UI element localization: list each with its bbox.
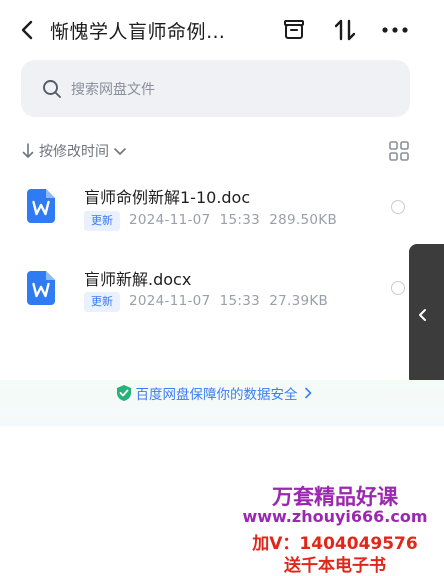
archive-button[interactable] xyxy=(281,17,307,43)
file-time: 15:33 xyxy=(219,212,261,228)
file-row[interactable]: 盲师新解.docx 更新 2024-11-07 15:33 27.39KB xyxy=(0,254,410,324)
more-dots-icon xyxy=(382,27,408,33)
sort-selector[interactable]: 按修改时间 xyxy=(21,140,129,162)
grid-icon xyxy=(389,141,409,161)
file-meta: 2024-11-07 15:33 289.50KB xyxy=(129,212,337,228)
watermark-line: www.zhouyi666.com xyxy=(242,507,428,526)
page-title: 惭愧学人盲师命例… xyxy=(50,21,226,43)
file-size: 27.39KB xyxy=(269,293,329,309)
file-meta: 2024-11-07 15:33 27.39KB xyxy=(129,293,328,309)
watermark-line: 送千本电子书 xyxy=(284,556,386,576)
sort-toggle-button[interactable] xyxy=(331,16,359,44)
file-size: 289.50KB xyxy=(269,212,338,228)
file-date: 2024-11-07 xyxy=(129,212,211,228)
select-radio[interactable] xyxy=(391,281,405,295)
search-input[interactable] xyxy=(69,60,393,119)
arrow-down-icon xyxy=(22,143,34,158)
archive-box-icon xyxy=(284,20,304,39)
shield-icon xyxy=(116,385,131,401)
grid-view-button[interactable] xyxy=(388,140,410,162)
sort-arrows-icon xyxy=(334,19,356,41)
search-icon xyxy=(43,80,61,98)
file-row[interactable]: 盲师命例新解1-10.doc 更新 2024-11-07 15:33 289.5… xyxy=(0,172,410,242)
security-text: 百度网盘保障你的数据安全 xyxy=(135,387,298,403)
file-date: 2024-11-07 xyxy=(129,293,211,309)
word-doc-icon xyxy=(27,271,55,305)
security-link[interactable]: 百度网盘保障你的数据安全 xyxy=(0,382,430,404)
more-button[interactable] xyxy=(380,17,410,43)
chevron-down-icon xyxy=(114,148,126,155)
update-badge: 更新 xyxy=(84,211,120,231)
side-drawer-handle[interactable] xyxy=(409,244,444,386)
search-box[interactable] xyxy=(21,60,410,119)
sort-label: 按修改时间 xyxy=(39,144,109,160)
chevron-left-icon xyxy=(21,20,33,40)
update-badge: 更新 xyxy=(84,292,120,312)
file-name: 盲师新解.docx xyxy=(84,270,192,289)
file-time: 15:33 xyxy=(219,293,261,309)
word-doc-icon xyxy=(27,189,55,223)
select-radio[interactable] xyxy=(391,200,405,214)
chevron-right-icon xyxy=(304,387,311,399)
back-button[interactable] xyxy=(14,16,42,44)
file-name: 盲师命例新解1-10.doc xyxy=(84,188,251,207)
chevron-left-icon xyxy=(419,309,426,321)
